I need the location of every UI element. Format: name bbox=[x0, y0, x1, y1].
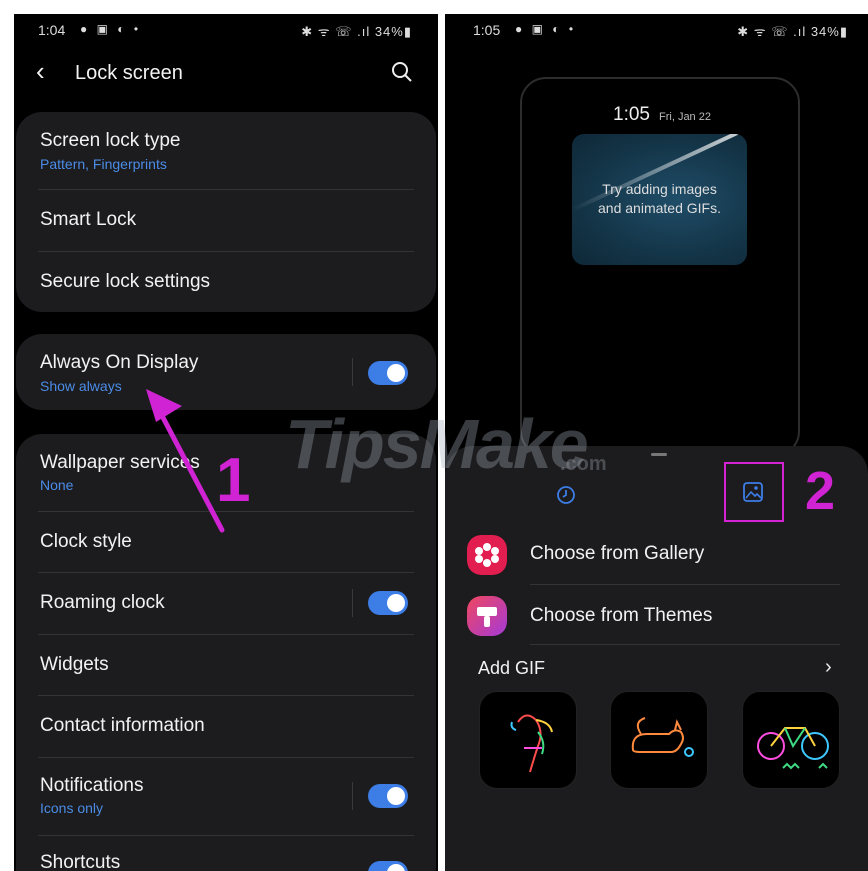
notifications-item[interactable]: Notifications Icons only bbox=[40, 775, 412, 825]
watermark-suffix: .com bbox=[560, 453, 607, 475]
divider bbox=[530, 644, 840, 645]
status-bar: 1:04 ● ▣ ◐ • ✱ ᯤ ☏ .ıl 34%▮ bbox=[14, 14, 438, 48]
annotation-number: 1 bbox=[216, 446, 251, 515]
chevron-right-icon[interactable]: › bbox=[825, 656, 832, 679]
item-label: Contact information bbox=[40, 715, 205, 736]
divider bbox=[38, 695, 414, 696]
gallery-flower-icon bbox=[467, 535, 507, 575]
notification-icons: ● ▣ ◐ • bbox=[80, 22, 142, 36]
parrot-neon-icon bbox=[510, 714, 553, 773]
back-arrow-icon[interactable]: ‹ bbox=[36, 58, 45, 84]
divider bbox=[530, 584, 840, 585]
toggle-separator bbox=[352, 589, 353, 617]
roaming-clock-toggle[interactable] bbox=[368, 591, 408, 615]
aod-preview-date: Fri, Jan 22 bbox=[659, 111, 711, 123]
notification-icons: ● ▣ ◐ • bbox=[515, 22, 577, 36]
item-label: Clock style bbox=[40, 531, 132, 552]
divider bbox=[38, 634, 414, 635]
item-label: Widgets bbox=[40, 654, 109, 675]
choose-from-gallery-option[interactable]: Choose from Gallery bbox=[445, 532, 868, 578]
divider bbox=[38, 251, 414, 252]
sheet-handle[interactable] bbox=[651, 453, 667, 456]
shortcuts-item[interactable]: Shortcuts bbox=[40, 852, 412, 871]
toggle-separator bbox=[352, 358, 353, 386]
toggle-separator bbox=[352, 782, 353, 810]
option-label: Choose from Gallery bbox=[530, 543, 705, 564]
smart-lock-item[interactable]: Smart Lock bbox=[40, 209, 412, 249]
roaming-clock-item[interactable]: Roaming clock bbox=[40, 592, 412, 632]
aod-preview-image[interactable]: Try adding images and animated GIFs. bbox=[572, 134, 747, 265]
clock-tab-icon[interactable] bbox=[556, 485, 576, 505]
bottom-sheet: 2 Choose from Gallery Choose from Themes… bbox=[445, 446, 868, 871]
item-sub: Icons only bbox=[40, 800, 104, 816]
notifications-toggle[interactable] bbox=[368, 784, 408, 808]
security-settings-card: Screen lock type Pattern, Fingerprints S… bbox=[16, 112, 436, 312]
image-tab-icon[interactable] bbox=[742, 481, 764, 503]
widgets-item[interactable]: Widgets bbox=[40, 654, 412, 694]
item-label: Always On Display bbox=[40, 352, 199, 373]
secure-lock-settings-item[interactable]: Secure lock settings bbox=[40, 271, 412, 311]
divider bbox=[38, 835, 414, 836]
system-status-icons: ✱ ᯤ ☏ .ıl 34%▮ bbox=[301, 24, 412, 39]
annotation-number: 2 bbox=[805, 461, 836, 521]
shortcuts-toggle[interactable] bbox=[368, 861, 408, 871]
aod-preview-time: 1:05 bbox=[613, 104, 650, 125]
message-line: Try adding images bbox=[602, 181, 717, 197]
item-label: Smart Lock bbox=[40, 209, 137, 230]
item-label: Secure lock settings bbox=[40, 271, 211, 292]
item-sub: Pattern, Fingerprints bbox=[40, 156, 167, 172]
divider bbox=[38, 572, 414, 573]
message-line: and animated GIFs. bbox=[598, 200, 721, 216]
item-label: Shortcuts bbox=[40, 852, 121, 871]
page-title: Lock screen bbox=[75, 62, 183, 84]
search-icon[interactable] bbox=[390, 60, 414, 84]
watermark-brand: TipsMake bbox=[285, 405, 589, 483]
app-bar: ‹ Lock screen bbox=[14, 56, 438, 92]
item-label: Roaming clock bbox=[40, 592, 165, 613]
status-time: 1:04 bbox=[38, 22, 66, 38]
themes-brush-icon bbox=[467, 596, 507, 636]
add-gif-heading: Add GIF bbox=[478, 658, 546, 678]
option-label: Choose from Themes bbox=[530, 605, 713, 626]
status-bar: 1:05 ● ▣ ◐ • ✱ ᯤ ☏ .ıl 34%▮ bbox=[445, 14, 868, 48]
system-status-icons: ✱ ᯤ ☏ .ıl 34%▮ bbox=[737, 24, 848, 39]
divider bbox=[38, 757, 414, 758]
cat-neon-icon bbox=[631, 717, 694, 757]
contact-information-item[interactable]: Contact information bbox=[40, 715, 412, 755]
divider bbox=[38, 189, 414, 190]
aod-preview-message: Try adding images and animated GIFs. bbox=[572, 180, 747, 218]
gif-thumbnail-bicycle[interactable] bbox=[742, 691, 840, 789]
item-label: Notifications bbox=[40, 775, 144, 796]
item-label: Screen lock type bbox=[40, 130, 181, 151]
bicycle-neon-icon bbox=[757, 727, 829, 770]
gif-thumbnail-cat[interactable] bbox=[610, 691, 708, 789]
choose-from-themes-option[interactable]: Choose from Themes bbox=[445, 594, 868, 640]
gif-thumbnail-parrot[interactable] bbox=[479, 691, 577, 789]
status-time: 1:05 bbox=[473, 22, 501, 38]
screen-lock-type-item[interactable]: Screen lock type Pattern, Fingerprints bbox=[40, 130, 412, 190]
item-sub: None bbox=[40, 477, 74, 493]
item-sub: Show always bbox=[40, 378, 122, 394]
aod-toggle[interactable] bbox=[368, 361, 408, 385]
